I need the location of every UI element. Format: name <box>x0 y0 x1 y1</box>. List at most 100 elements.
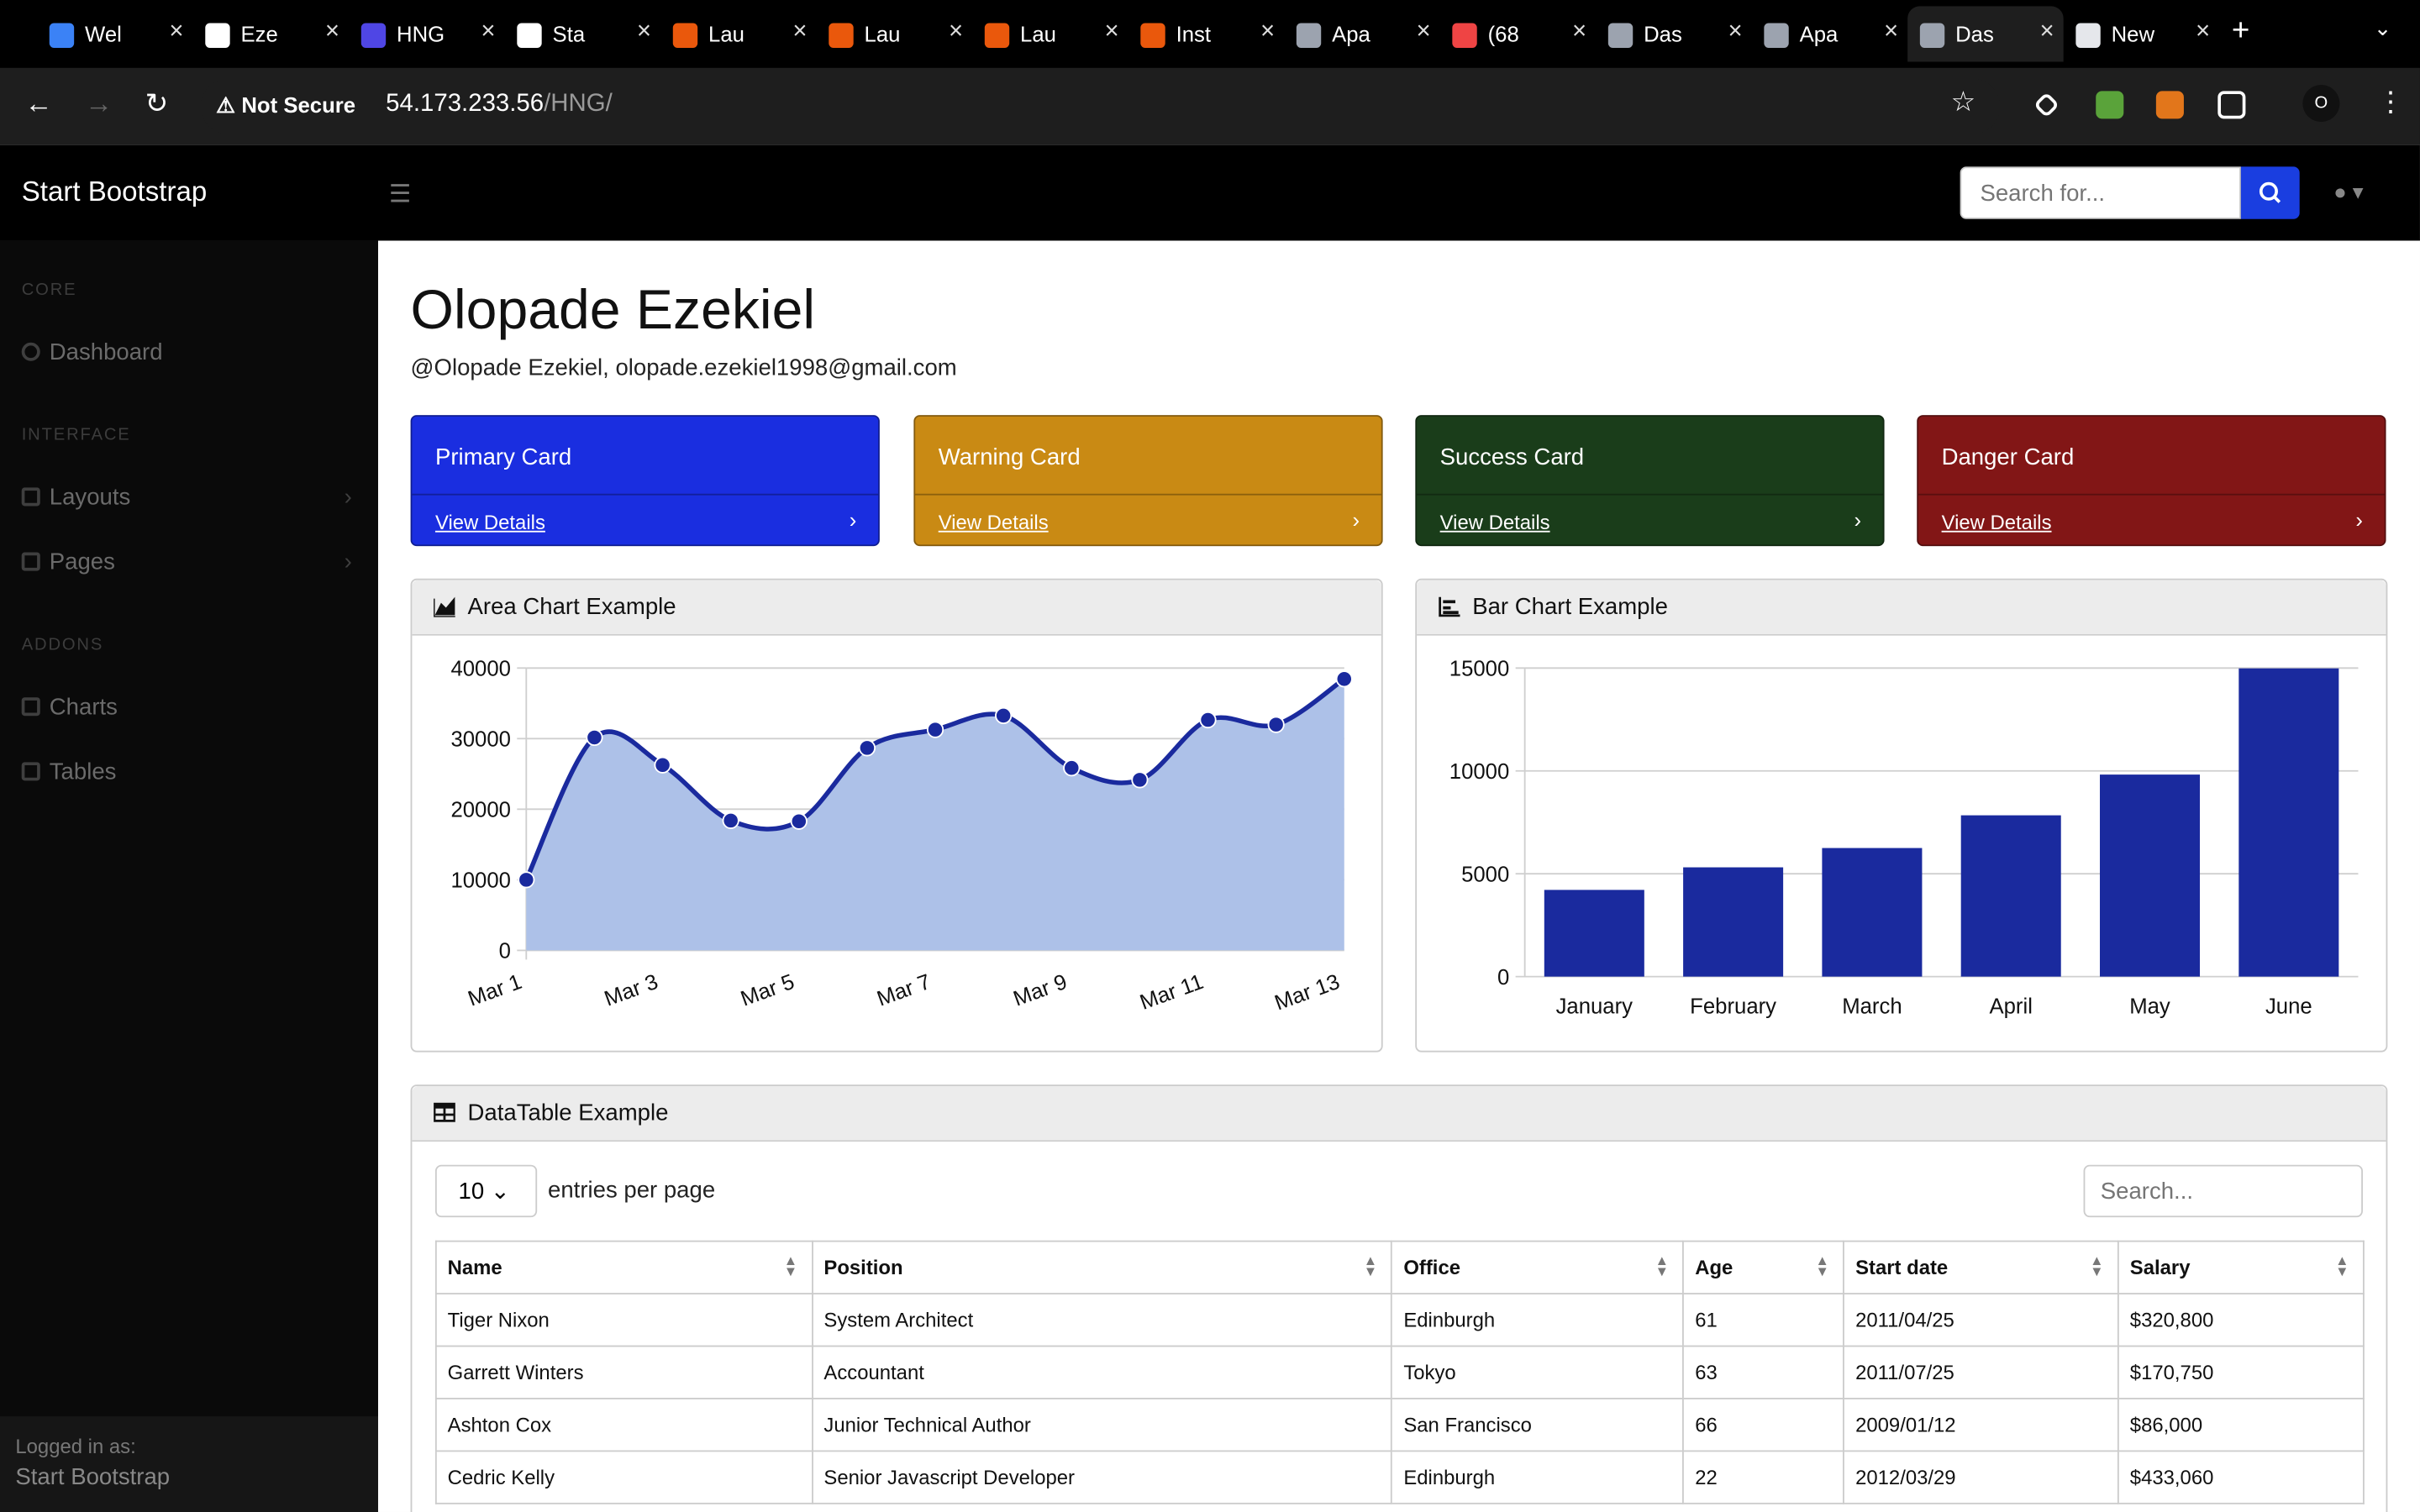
browser-tab[interactable]: Sta × <box>505 6 661 61</box>
close-tab-icon[interactable]: × <box>1572 18 1586 46</box>
navbar-search-input[interactable] <box>1960 166 2241 219</box>
profile-avatar[interactable]: O <box>2302 85 2340 123</box>
x-tick-label: Mar 11 <box>1137 970 1207 1015</box>
close-tab-icon[interactable]: × <box>169 18 183 46</box>
table-row[interactable]: Ashton Cox Junior Technical Author San Fra… <box>434 1398 2365 1452</box>
extension-frog-icon[interactable] <box>2096 91 2124 119</box>
chevron-right-icon: › <box>344 549 352 576</box>
table-search-input[interactable] <box>2083 1164 2363 1218</box>
table-cell: System Architect <box>811 1293 1393 1347</box>
back-icon[interactable]: ← <box>24 88 52 121</box>
launch-icon <box>1140 23 1165 48</box>
column-header-label: Office <box>1403 1256 1461 1279</box>
close-tab-icon[interactable]: × <box>325 18 339 46</box>
browser-tab[interactable]: HNG × <box>349 6 505 61</box>
sort-icon[interactable]: ▲ ▼ <box>2335 1253 2349 1278</box>
sidebar-item-pages[interactable]: Pages › <box>21 549 358 576</box>
sidebar-item-layouts[interactable]: Layouts › <box>21 485 358 511</box>
data-point <box>858 739 876 757</box>
column-header-label: Salary <box>2129 1256 2191 1279</box>
security-indicator[interactable]: ⚠ Not Secure <box>216 92 355 118</box>
browser-tab[interactable]: Lau × <box>660 6 817 61</box>
user-menu-icon[interactable]: ● ▾ <box>2333 179 2364 205</box>
entries-per-page-select[interactable]: 10 ⌄ <box>434 1164 538 1218</box>
browser-tab[interactable]: Apa × <box>1752 6 1908 61</box>
chrome-icon <box>2075 23 2101 48</box>
extension-diamond-icon[interactable] <box>2033 92 2060 118</box>
column-header[interactable]: Salary ▲ ▼ <box>2118 1240 2365 1294</box>
browser-tab[interactable]: (68 × <box>1440 6 1597 61</box>
sort-icon[interactable]: ▲ ▼ <box>1815 1253 1828 1278</box>
sort-icon[interactable]: ▲ ▼ <box>2090 1253 2103 1278</box>
close-tab-icon[interactable]: × <box>481 18 495 46</box>
browser-tab[interactable]: Eze × <box>193 6 350 61</box>
new-tab-button[interactable]: + <box>2232 14 2249 50</box>
close-tab-icon[interactable]: × <box>1884 18 1898 46</box>
view-details-link[interactable]: View Details <box>1440 511 1550 534</box>
close-tab-icon[interactable]: × <box>2039 18 2054 46</box>
sidebar-toggle-icon[interactable]: ☰ <box>389 179 411 210</box>
close-tab-icon[interactable]: × <box>1104 18 1118 46</box>
security-label: Not Secure <box>241 92 356 118</box>
column-header-label: Start date <box>1855 1256 1949 1279</box>
brand-link[interactable]: Start Bootstrap <box>22 176 208 208</box>
browser-tab[interactable]: Inst × <box>1128 6 1285 61</box>
column-header[interactable]: Age ▲ ▼ <box>1682 1240 1845 1294</box>
chevron-right-icon[interactable]: › <box>1353 507 1360 532</box>
browser-tab[interactable]: New × <box>2064 6 2220 61</box>
panel-header: Area Chart Example <box>412 580 1381 636</box>
close-tab-icon[interactable]: × <box>792 18 807 46</box>
address-bar[interactable]: ⚠ Not Secure 54.173.233.56/HNG/ <box>200 78 2001 134</box>
reload-icon[interactable]: ↻ <box>145 88 169 121</box>
close-tab-icon[interactable]: × <box>1416 18 1430 46</box>
metamask-fox-icon[interactable] <box>2155 91 2184 119</box>
column-header[interactable]: Position ▲ ▼ <box>811 1240 1393 1294</box>
sidebar-item-label: Tables <box>49 759 117 785</box>
close-tab-icon[interactable]: × <box>1728 18 1742 46</box>
tab-search-icon[interactable]: ⌄ <box>2374 15 2392 41</box>
table-row[interactable]: Garrett Winters Accountant Tokyo 63 2011/07/… <box>434 1345 2365 1399</box>
browser-tab[interactable]: Das × <box>1596 6 1752 61</box>
tab-label: New <box>2111 21 2155 47</box>
sort-icon[interactable]: ▲ ▼ <box>1655 1253 1669 1278</box>
screen: Wel × Eze × HNG × Sta × Lau × Lau × Lau × Inst × Apa × (68… <box>0 0 2420 1512</box>
sidebar-item-charts[interactable]: Charts <box>21 695 358 721</box>
browser-tab[interactable]: Apa × <box>1284 6 1440 61</box>
book-icon <box>21 552 40 571</box>
close-tab-icon[interactable]: × <box>637 18 651 46</box>
bookmark-star-icon[interactable]: ☆ <box>1951 87 1976 119</box>
url-text[interactable]: 54.173.233.56/HNG/ <box>386 91 613 118</box>
chevron-down-icon: ⌄ <box>490 1179 510 1205</box>
close-tab-icon[interactable]: × <box>2196 18 2210 46</box>
browser-tab[interactable]: Lau × <box>817 6 973 61</box>
sidebar-item-dashboard[interactable]: Dashboard <box>21 339 358 365</box>
extensions-puzzle-icon[interactable] <box>2217 91 2246 119</box>
table-row[interactable]: Tiger Nixon System Architect Edinburgh 61 20… <box>434 1293 2365 1347</box>
globe-icon <box>1764 23 1789 48</box>
browser-menu-icon[interactable]: ⋮ <box>2377 87 2405 119</box>
forward-icon[interactable]: → <box>85 88 113 121</box>
view-details-link[interactable]: View Details <box>435 511 545 534</box>
browser-tab[interactable]: Lau × <box>972 6 1128 61</box>
browser-tab[interactable]: Das × <box>1907 6 2064 62</box>
chevron-right-icon[interactable]: › <box>1854 507 1861 532</box>
table-row[interactable]: Cedric Kelly Senior Javascript Developer E… <box>434 1450 2365 1504</box>
close-tab-icon[interactable]: × <box>1260 18 1275 46</box>
tab-label: Inst <box>1176 21 1212 47</box>
column-header[interactable]: Start date ▲ ▼ <box>1843 1240 2119 1294</box>
table-cell: 2011/07/25 <box>1843 1345 2119 1399</box>
sort-icon[interactable]: ▲ ▼ <box>1364 1253 1377 1278</box>
search-button[interactable] <box>2240 166 2300 219</box>
view-details-link[interactable]: View Details <box>1942 511 2052 534</box>
sort-icon[interactable]: ▲ ▼ <box>784 1253 797 1278</box>
view-details-link[interactable]: View Details <box>939 511 1049 534</box>
chevron-right-icon[interactable]: › <box>850 507 857 532</box>
browser-tab[interactable]: Wel × <box>37 6 193 61</box>
sidebar-item-tables[interactable]: Tables <box>21 759 358 785</box>
column-header[interactable]: Office ▲ ▼ <box>1391 1240 1685 1294</box>
chevron-right-icon[interactable]: › <box>2355 507 2363 532</box>
dashboard-icon <box>21 342 40 361</box>
table-cell: $433,060 <box>2118 1450 2365 1504</box>
column-header[interactable]: Name ▲ ▼ <box>434 1240 813 1294</box>
close-tab-icon[interactable]: × <box>949 18 963 46</box>
